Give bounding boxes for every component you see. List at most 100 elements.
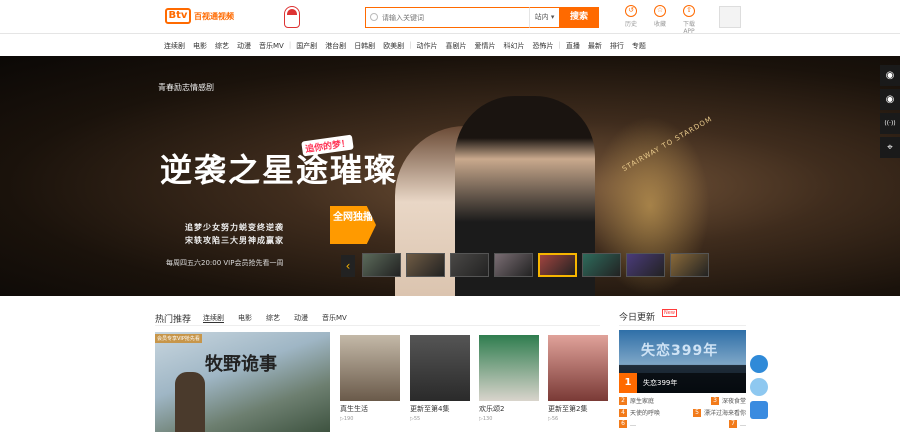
- download-icon: ⇧: [683, 5, 695, 17]
- logo-mark: Btv: [165, 8, 191, 24]
- new-badge: New: [662, 309, 677, 317]
- nav-item[interactable]: 最新: [584, 41, 606, 51]
- search-input[interactable]: [365, 7, 529, 28]
- nav-item[interactable]: 综艺: [211, 41, 233, 51]
- nav-item[interactable]: 动作片: [413, 41, 442, 51]
- top-icons: ↺ 历史 ☆ 收藏 ⇧ 下载APP: [622, 5, 698, 35]
- hero-subtitle-1: 追梦少女努力蜕变终逆袭: [185, 223, 284, 232]
- video-poster[interactable]: [410, 335, 470, 401]
- hot-tab[interactable]: 电影: [238, 314, 252, 322]
- nav-item[interactable]: 日韩剧: [350, 41, 379, 51]
- today-item-rank: 4: [619, 408, 627, 417]
- video-title[interactable]: 欢乐颂2: [479, 404, 539, 414]
- broadcast-icon[interactable]: ((·)): [880, 113, 900, 134]
- today-item[interactable]: 6…: [619, 420, 636, 428]
- rank-title: 失恋399年: [643, 379, 678, 387]
- nav-item[interactable]: 排行: [606, 41, 628, 51]
- nav-item[interactable]: 欧美剧: [379, 41, 408, 51]
- video-card[interactable]: 真生生活 ▷190: [340, 335, 400, 422]
- search-icon: [370, 13, 378, 21]
- today-item-rank: 7: [729, 420, 737, 428]
- rank-number: 1: [619, 373, 637, 393]
- hot-tab[interactable]: 音乐MV: [322, 314, 347, 322]
- search-float-icon[interactable]: [750, 355, 768, 373]
- search-bar: 站内 ▾ 搜索: [365, 7, 599, 28]
- carousel-thumbnail[interactable]: [450, 253, 489, 277]
- nav-item[interactable]: 科幻片: [500, 41, 529, 51]
- carousel-thumbnail[interactable]: [582, 253, 621, 277]
- today-row: 4 天使的呼唤 5 漂洋过海来看你: [619, 408, 746, 417]
- history-button[interactable]: ↺ 历史: [622, 5, 640, 35]
- today-item[interactable]: 5 漂洋过海来看你: [692, 408, 746, 417]
- top-bar: Btv 百视通视频 站内 ▾ 搜索 ↺ 历史 ☆ 收藏 ⇧ 下载APP: [0, 0, 900, 35]
- today-rank-bar[interactable]: 1 失恋399年: [619, 373, 746, 393]
- carousel-thumbnail[interactable]: [362, 253, 401, 277]
- video-card[interactable]: 更新至第4集 ▷55: [410, 335, 470, 422]
- favorite-label: 收藏: [653, 21, 666, 28]
- today-item-title: 天使的呼唤: [630, 410, 661, 417]
- today-item-title: …: [630, 420, 636, 428]
- nav-item[interactable]: 音乐MV: [255, 41, 288, 51]
- search-scope-select[interactable]: 站内 ▾: [529, 7, 559, 28]
- hero-subtitle-2: 宋轶攻陷三大男神成赢家: [185, 236, 284, 245]
- carousel-thumbnail[interactable]: [406, 253, 445, 277]
- site-logo[interactable]: Btv 百视通视频: [165, 5, 234, 27]
- today-item-title: …: [740, 420, 746, 428]
- nav-list: 连续剧 电影 综艺 动漫 音乐MV | 国产剧 港台剧 日韩剧 欧美剧 | 动作片 喜剧片 爱情片 科幻片恐…: [160, 41, 650, 51]
- video-title[interactable]: 更新至第2集: [548, 404, 608, 414]
- nav-item[interactable]: 爱情片: [471, 41, 500, 51]
- favorite-button[interactable]: ☆ 收藏: [651, 5, 669, 35]
- nav-item[interactable]: 直播: [562, 41, 584, 51]
- today-item[interactable]: 2 原生家庭: [619, 396, 654, 405]
- nav-item[interactable]: 连续剧: [160, 41, 189, 51]
- nav-item[interactable]: 动漫: [233, 41, 255, 51]
- featured-title: 牧野诡事: [205, 354, 277, 375]
- carousel-prev-button[interactable]: ‹: [341, 255, 355, 277]
- today-item-rank: 5: [692, 408, 701, 417]
- video-card[interactable]: 欢乐颂2 ▷130: [479, 335, 539, 422]
- hot-tab[interactable]: 连续剧: [203, 314, 225, 323]
- carousel-thumbnail[interactable]: [626, 253, 665, 277]
- today-item-rank: 3: [710, 396, 719, 405]
- today-image-title: 失恋399年: [641, 343, 719, 359]
- side-toolbar: ◉ ◉ ((·)) ⌖: [880, 65, 900, 161]
- hero-air-time: 每周四五六20:00 VIP会员抢先看一周: [166, 259, 284, 267]
- download-button[interactable]: ⇧ 下载APP: [680, 5, 698, 35]
- carousel-thumbnail[interactable]: [670, 253, 709, 277]
- video-title[interactable]: 真生生活: [340, 404, 400, 414]
- avatar[interactable]: [719, 6, 741, 28]
- featured-figure: [175, 372, 205, 432]
- chat-float-icon[interactable]: [750, 378, 768, 396]
- search-button[interactable]: 搜索: [559, 7, 599, 28]
- hot-tabs: 连续剧 电影 综艺 动漫 音乐MV: [203, 313, 361, 323]
- video-poster[interactable]: [340, 335, 400, 401]
- mascot-icon[interactable]: [284, 6, 300, 28]
- video-views: ▷55: [410, 416, 421, 422]
- nav-item[interactable]: 喜剧片: [442, 41, 471, 51]
- video-poster[interactable]: [548, 335, 608, 401]
- video-poster[interactable]: [479, 335, 539, 401]
- today-item[interactable]: 7…: [729, 420, 746, 428]
- exclusive-badge: 全网独播: [330, 206, 376, 244]
- hot-tab[interactable]: 综艺: [266, 314, 280, 322]
- video-card[interactable]: 更新至第2集 ▷56: [548, 335, 608, 422]
- today-item[interactable]: 3 深夜食堂: [710, 396, 746, 405]
- today-item-title: 漂洋过海来看你: [703, 410, 746, 417]
- video-title[interactable]: 更新至第4集: [410, 404, 470, 414]
- search-scope-label: 站内: [534, 13, 549, 21]
- carousel-thumbnail[interactable]: [538, 253, 577, 277]
- hot-tab[interactable]: 动漫: [294, 314, 308, 322]
- nav-item[interactable]: 专题: [628, 41, 650, 51]
- today-item[interactable]: 4 天使的呼唤: [619, 408, 660, 417]
- user-icon[interactable]: ◉: [880, 65, 900, 86]
- featured-poster[interactable]: 会员专享VIP抢先看 牧野诡事: [155, 332, 330, 432]
- chat-icon[interactable]: ◉: [880, 89, 900, 110]
- location-icon[interactable]: ⌖: [880, 137, 900, 158]
- nav-item[interactable]: 港台剧: [321, 41, 350, 51]
- history-icon: ↺: [625, 5, 637, 17]
- nav-item[interactable]: 国产剧: [292, 41, 321, 51]
- carousel-thumbnail[interactable]: [494, 253, 533, 277]
- nav-item[interactable]: 电影: [189, 41, 211, 51]
- apps-float-icon[interactable]: [750, 401, 768, 419]
- nav-item[interactable]: 恐怖片: [529, 41, 558, 51]
